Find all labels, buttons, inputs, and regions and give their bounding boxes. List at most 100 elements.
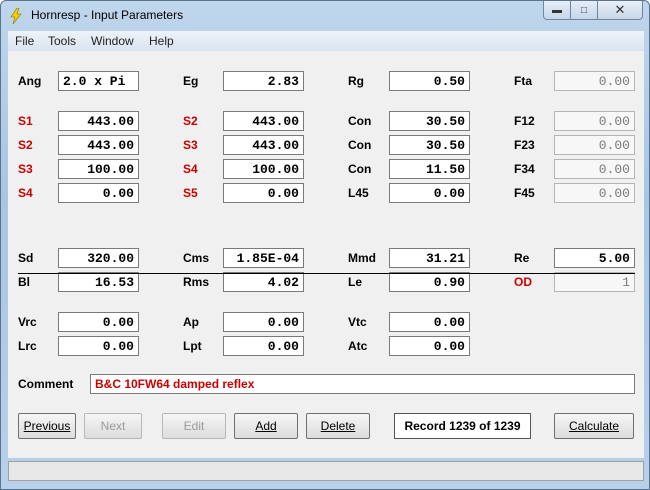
param-label-lrc: Lrc <box>18 339 37 353</box>
param-label-le: Le <box>348 275 363 289</box>
param-field-l45[interactable]: 0.00 <box>389 183 470 203</box>
param-field-od[interactable]: 1 <box>554 272 635 292</box>
edit-button[interactable]: Edit <box>162 413 226 439</box>
param-field-lpt[interactable]: 0.00 <box>223 336 304 356</box>
menu-tools[interactable]: Tools <box>48 34 76 48</box>
param-field-re[interactable]: 5.00 <box>554 248 635 268</box>
param-label-l45: L45 <box>348 186 369 200</box>
param-label-vtc: Vtc <box>348 315 367 329</box>
param-label-s3: S3 <box>18 162 33 176</box>
param-label-atc: Atc <box>348 339 368 353</box>
param-field-s3[interactable]: 100.00 <box>58 159 139 179</box>
param-field-atc[interactable]: 0.00 <box>389 336 470 356</box>
param-label-f23: F23 <box>514 138 535 152</box>
record-counter: Record 1239 of 1239 <box>394 413 531 439</box>
param-label-s3: S3 <box>183 138 198 152</box>
param-field-bl[interactable]: 16.53 <box>58 272 139 292</box>
param-label-rms: Rms <box>183 275 210 289</box>
param-label-s2: S2 <box>18 138 33 152</box>
param-field-mmd[interactable]: 31.21 <box>389 248 470 268</box>
title-bar[interactable]: Hornresp - Input Parameters ▬ □ ✕ <box>1 1 649 31</box>
param-field-rg[interactable]: 0.50 <box>389 71 470 91</box>
param-label-ang: Ang <box>18 74 42 88</box>
param-field-lrc[interactable]: 0.00 <box>58 336 139 356</box>
param-label-f45: F45 <box>514 186 535 200</box>
param-field-ang[interactable]: 2.0 x Pi <box>58 71 139 91</box>
param-field-s2[interactable]: 443.00 <box>58 135 139 155</box>
calculate-label: Calculate <box>568 419 620 433</box>
param-label-f12: F12 <box>514 114 535 128</box>
window-title: Hornresp - Input Parameters <box>31 8 184 22</box>
param-field-s5[interactable]: 0.00 <box>223 183 304 203</box>
param-label-bl: Bl <box>18 275 30 289</box>
param-label-con: Con <box>348 162 372 176</box>
param-label-re: Re <box>514 251 530 265</box>
param-field-ap[interactable]: 0.00 <box>223 312 304 332</box>
param-label-od: OD <box>514 275 532 289</box>
section-divider <box>18 273 635 274</box>
param-label-cms: Cms <box>183 251 210 265</box>
param-label-s2: S2 <box>183 114 198 128</box>
comment-label: Comment <box>18 377 74 391</box>
param-field-sd[interactable]: 320.00 <box>58 248 139 268</box>
comment-field[interactable]: B&C 10FW64 damped reflex <box>90 374 635 394</box>
previous-label: Previous <box>23 419 71 433</box>
param-label-s1: S1 <box>18 114 33 128</box>
menu-help[interactable]: Help <box>149 34 174 48</box>
param-field-le[interactable]: 0.90 <box>389 272 470 292</box>
param-field-f12[interactable]: 0.00 <box>554 111 635 131</box>
param-label-fta: Fta <box>514 74 532 88</box>
param-label-s4: S4 <box>183 162 198 176</box>
lightning-icon <box>10 8 22 24</box>
delete-button[interactable]: Delete <box>306 413 370 439</box>
next-label: Next <box>100 419 126 433</box>
param-label-s5: S5 <box>183 186 198 200</box>
previous-button[interactable]: Previous <box>18 413 76 439</box>
param-field-f23[interactable]: 0.00 <box>554 135 635 155</box>
close-button[interactable]: ✕ <box>598 1 643 20</box>
param-label-lpt: Lpt <box>183 339 202 353</box>
add-button[interactable]: Add <box>234 413 298 439</box>
calculate-button[interactable]: Calculate <box>554 413 634 439</box>
param-field-s4[interactable]: 100.00 <box>223 159 304 179</box>
param-field-cms[interactable]: 1.85E-04 <box>223 248 304 268</box>
param-label-s4: S4 <box>18 186 33 200</box>
param-field-con[interactable]: 11.50 <box>389 159 470 179</box>
param-label-rg: Rg <box>348 74 364 88</box>
param-label-mmd: Mmd <box>348 251 376 265</box>
add-label: Add <box>255 419 277 433</box>
input-parameters-panel: Ang 2.0 x Pi Eg 2.83 Rg 0.50 Fta 0.00 S1 443.00 S2… <box>8 51 644 458</box>
minimize-button[interactable]: ▬ <box>543 1 571 20</box>
param-label-ap: Ap <box>183 315 199 329</box>
next-button[interactable]: Next <box>84 413 142 439</box>
param-field-con[interactable]: 30.50 <box>389 135 470 155</box>
param-field-f45[interactable]: 0.00 <box>554 183 635 203</box>
param-field-rms[interactable]: 4.02 <box>223 272 304 292</box>
app-window: Hornresp - Input Parameters ▬ □ ✕ File T… <box>0 0 650 490</box>
param-field-s2[interactable]: 443.00 <box>223 111 304 131</box>
edit-label: Edit <box>183 419 205 433</box>
status-bar <box>8 461 644 481</box>
param-field-fta[interactable]: 0.00 <box>554 71 635 91</box>
minimize-icon: ▬ <box>552 4 562 16</box>
close-icon: ✕ <box>614 2 626 17</box>
param-field-eg[interactable]: 2.83 <box>223 71 304 91</box>
param-field-vtc[interactable]: 0.00 <box>389 312 470 332</box>
param-label-sd: Sd <box>18 251 34 265</box>
param-field-vrc[interactable]: 0.00 <box>58 312 139 332</box>
param-field-con[interactable]: 30.50 <box>389 111 470 131</box>
param-label-f34: F34 <box>514 162 535 176</box>
menu-window[interactable]: Window <box>91 34 134 48</box>
param-field-s1[interactable]: 443.00 <box>58 111 139 131</box>
delete-label: Delete <box>320 419 356 433</box>
param-field-s4[interactable]: 0.00 <box>58 183 139 203</box>
menu-bar: File Tools Window Help <box>8 31 644 51</box>
maximize-icon: □ <box>580 4 588 16</box>
param-field-s3[interactable]: 443.00 <box>223 135 304 155</box>
maximize-button[interactable]: □ <box>571 1 598 20</box>
param-label-eg: Eg <box>183 74 199 88</box>
param-label-vrc: Vrc <box>18 315 37 329</box>
param-label-con: Con <box>348 114 372 128</box>
menu-file[interactable]: File <box>15 34 34 48</box>
param-field-f34[interactable]: 0.00 <box>554 159 635 179</box>
